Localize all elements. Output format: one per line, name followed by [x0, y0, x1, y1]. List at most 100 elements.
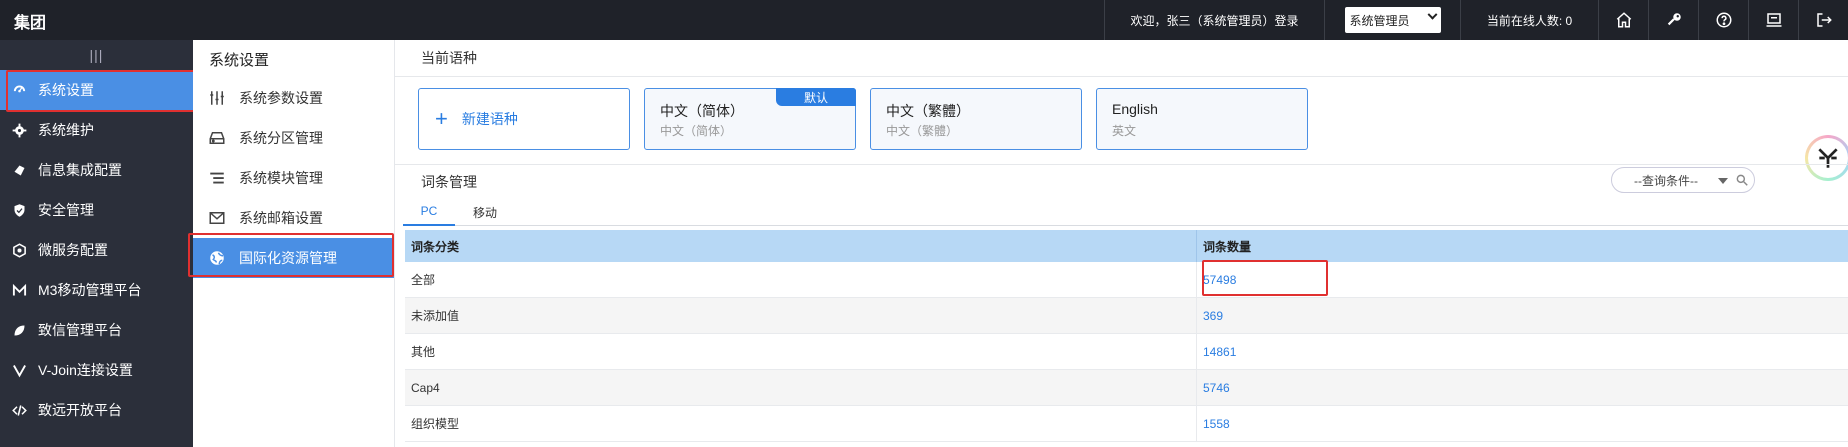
- tab-mobile[interactable]: 移动: [455, 198, 515, 226]
- home-button[interactable]: [1598, 0, 1648, 40]
- role-select-wrap: 系统管理员: [1324, 0, 1460, 40]
- search-placeholder: --查询条件--: [1634, 173, 1698, 188]
- nav-item-label: 信息集成配置: [38, 162, 122, 178]
- table-row[interactable]: 未添加值 369: [405, 298, 1848, 334]
- chevron-down-icon: [1427, 9, 1437, 20]
- submenu-item-params[interactable]: 系统参数设置: [193, 78, 394, 118]
- column-header-category[interactable]: 词条分类: [405, 230, 1197, 262]
- nav-item-integration[interactable]: 信息集成配置: [0, 150, 193, 190]
- new-language-label: 新建语种: [461, 111, 518, 127]
- entry-section-title: 词条管理: [421, 174, 477, 190]
- mail-icon: [207, 208, 227, 228]
- welcome-text: 欢迎，张三（系统管理员）登录: [1104, 0, 1324, 40]
- language-card[interactable]: 中文（繁體） 中文（繁體）: [870, 88, 1082, 150]
- submenu-item-modules[interactable]: 系统模块管理: [193, 158, 394, 198]
- gear-icon: [11, 122, 27, 138]
- search-input[interactable]: --查询条件--: [1611, 167, 1755, 193]
- cell-category: 全部: [405, 262, 1197, 297]
- code-icon: [11, 402, 27, 418]
- table-row[interactable]: 其他 14861: [405, 334, 1848, 370]
- nav-item-label: 致信管理平台: [38, 322, 122, 338]
- submenu-title: 系统设置: [209, 51, 270, 69]
- submenu-item-label: 系统模块管理: [239, 170, 323, 186]
- lang-section-title: 当前语种: [421, 50, 477, 66]
- cell-count-link[interactable]: 369: [1197, 298, 1848, 333]
- assistant-logo-icon[interactable]: [1805, 135, 1848, 181]
- nav-item-label: 安全管理: [38, 202, 94, 218]
- tab-bar: PC 移动: [403, 198, 1848, 226]
- nav-item-label: M3移动管理平台: [38, 282, 142, 298]
- cell-category: Cap4: [405, 370, 1197, 405]
- shield-icon: [11, 202, 27, 218]
- leaf-icon: [11, 322, 27, 338]
- nav-item-label: 系统维护: [38, 122, 94, 138]
- role-select-value: 系统管理员: [1349, 13, 1410, 28]
- help-icon: [1716, 12, 1731, 28]
- highlight-box-submenu: [188, 233, 394, 277]
- cell-category: 未添加值: [405, 298, 1197, 333]
- nav-item-security[interactable]: 安全管理: [0, 190, 193, 230]
- table-header: 词条分类 词条数量: [405, 230, 1848, 262]
- submenu-item-mail[interactable]: 系统邮箱设置: [193, 198, 394, 238]
- language-sub: 中文（繁體）: [886, 124, 959, 138]
- submenu-item-partition[interactable]: 系统分区管理: [193, 118, 394, 158]
- cell-category: 组织模型: [405, 406, 1197, 441]
- default-badge: 默认: [776, 88, 856, 106]
- cell-count-link[interactable]: 5746: [1197, 370, 1848, 405]
- highlight-box-count: [1202, 260, 1328, 296]
- language-name: 中文（繁體）: [886, 103, 970, 119]
- nav-item-system-maintenance[interactable]: 系统维护: [0, 110, 193, 150]
- nav-item-zhixin[interactable]: 致信管理平台: [0, 310, 193, 350]
- nav-item-microservice[interactable]: 微服务配置: [0, 230, 193, 270]
- nav-item-label: 微服务配置: [38, 242, 108, 258]
- drive-icon: [207, 128, 227, 148]
- home-icon: [1616, 12, 1631, 28]
- submenu-item-label: 系统参数设置: [239, 90, 323, 106]
- puzzle-icon: [11, 162, 27, 178]
- brand-title: 集团: [14, 15, 47, 32]
- cell-category: 其他: [405, 334, 1197, 369]
- nav-item-label: 致远开放平台: [38, 402, 122, 418]
- nav-collapse-handle[interactable]: |||: [0, 40, 193, 70]
- m-icon: [11, 282, 27, 298]
- nav-item-vjoin[interactable]: V-Join连接设置: [0, 350, 193, 390]
- cell-count-link[interactable]: 1558: [1197, 406, 1848, 441]
- list-icon: [207, 168, 227, 188]
- language-sub: 英文: [1112, 124, 1137, 138]
- logout-icon: [1816, 13, 1832, 27]
- language-card[interactable]: 中文（简体） 中文（简体） 默认: [644, 88, 856, 150]
- main-content: 当前语种 + 新建语种 中文（简体） 中文（简体） 默认 中文（繁體） 中文（繁…: [395, 40, 1848, 447]
- table-row[interactable]: 组织模型 1558: [405, 406, 1848, 442]
- role-select[interactable]: 系统管理员: [1344, 7, 1441, 33]
- plus-icon: +: [435, 106, 448, 131]
- highlight-box-nav: [6, 70, 197, 112]
- top-bar: 集团 欢迎，张三（系统管理员）登录 系统管理员 当前在线人数: 0: [0, 0, 1848, 40]
- column-header-count[interactable]: 词条数量: [1197, 230, 1848, 262]
- language-name: English: [1112, 101, 1158, 117]
- divider: [395, 76, 1848, 77]
- new-language-button[interactable]: + 新建语种: [418, 88, 630, 150]
- table-row[interactable]: Cap4 5746: [405, 370, 1848, 406]
- online-count: 当前在线人数: 0: [1460, 0, 1598, 40]
- nav-item-m3[interactable]: M3移动管理平台: [0, 270, 193, 310]
- search-icon: [1736, 174, 1748, 186]
- submenu-item-label: 系统邮箱设置: [239, 210, 323, 226]
- language-name: 中文（简体）: [660, 103, 744, 119]
- language-card[interactable]: English 英文: [1096, 88, 1308, 150]
- nav-item-label: V-Join连接设置: [38, 362, 133, 378]
- sliders-icon: [207, 88, 227, 108]
- cell-count-link[interactable]: 14861: [1197, 334, 1848, 369]
- language-sub: 中文（简体）: [660, 124, 733, 138]
- nav-item-open-platform[interactable]: 致远开放平台: [0, 390, 193, 430]
- help-button[interactable]: [1698, 0, 1748, 40]
- key-button[interactable]: [1648, 0, 1698, 40]
- tab-pc[interactable]: PC: [403, 198, 455, 226]
- v-icon: [11, 362, 27, 378]
- submenu-item-label: 系统分区管理: [239, 130, 323, 146]
- monitor-button[interactable]: [1748, 0, 1798, 40]
- table-row[interactable]: 全部 57498: [405, 262, 1848, 298]
- monitor-icon: [1766, 13, 1781, 27]
- hexagon-icon: [11, 242, 27, 258]
- logout-button[interactable]: [1798, 0, 1848, 40]
- entry-table: 词条分类 词条数量 全部 57498 未添加值 369 其他 14861 Cap…: [405, 230, 1848, 442]
